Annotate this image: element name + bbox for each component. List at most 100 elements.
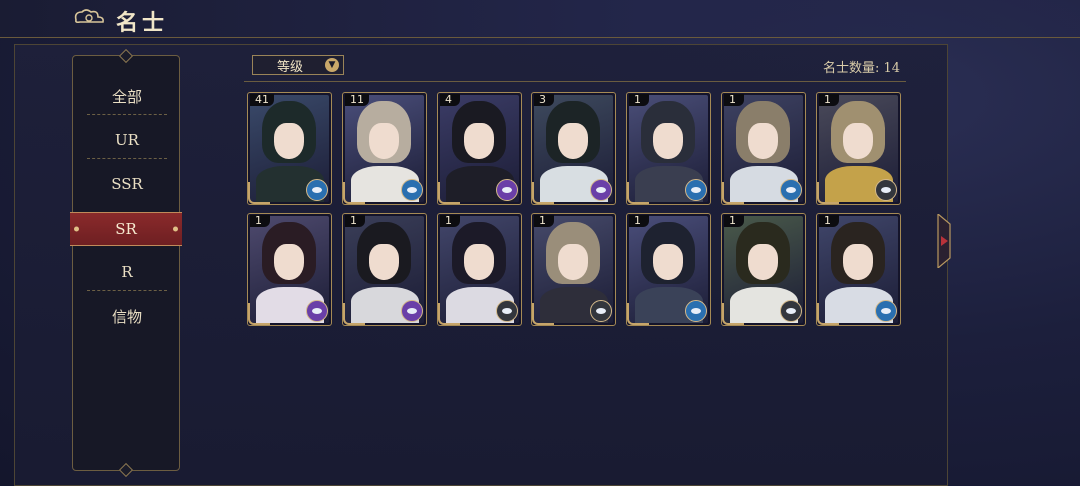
portrait-face [274, 244, 304, 280]
element-icon [780, 300, 802, 322]
portrait-face [558, 244, 588, 280]
element-icon [496, 179, 518, 201]
level-badge: 1 [629, 94, 649, 106]
character-card[interactable]: 1 [721, 213, 806, 326]
element-glyph-icon [881, 187, 891, 193]
character-card[interactable]: 1 [626, 213, 711, 326]
divider [244, 81, 906, 82]
element-glyph-icon [881, 308, 891, 314]
sidebar-item-tokens[interactable]: 信物 [87, 294, 167, 338]
element-icon [875, 300, 897, 322]
character-card[interactable]: 4 [437, 92, 522, 205]
element-glyph-icon [691, 308, 701, 314]
portrait-face [843, 244, 873, 280]
sidebar-item-label: R [121, 263, 133, 281]
card-frame-corner [438, 303, 460, 325]
element-icon [401, 300, 423, 322]
portrait-face [653, 244, 683, 280]
sidebar-item-r[interactable]: R [87, 250, 167, 294]
character-count: 名士数量: 14 [822, 61, 900, 76]
portrait-face [464, 123, 494, 159]
portrait-face [843, 123, 873, 159]
sidebar-item-label: 全部 [111, 87, 142, 106]
character-card[interactable]: 1 [247, 213, 332, 326]
sidebar-item-ssr[interactable]: SSR [87, 162, 167, 206]
element-icon [590, 179, 612, 201]
element-glyph-icon [786, 187, 796, 193]
portrait-face [369, 244, 399, 280]
card-frame-corner [248, 182, 270, 204]
portrait-face [748, 123, 778, 159]
portrait-face [748, 244, 778, 280]
character-card[interactable]: 1 [626, 92, 711, 205]
element-glyph-icon [691, 187, 701, 193]
character-card[interactable]: 41 [247, 92, 332, 205]
element-icon [496, 300, 518, 322]
character-card[interactable]: 1 [816, 92, 901, 205]
card-frame-corner [627, 303, 649, 325]
card-frame-corner [343, 182, 365, 204]
level-badge: 1 [345, 215, 365, 227]
portrait-face [464, 244, 494, 280]
card-frame-corner [817, 182, 839, 204]
sidebar-item-all[interactable]: 全部 [87, 74, 167, 118]
dot-icon [74, 226, 79, 232]
level-badge: 1 [440, 215, 460, 227]
character-card[interactable]: 3 [531, 92, 616, 205]
character-card[interactable]: 1 [437, 213, 522, 326]
card-frame-corner [722, 303, 744, 325]
sidebar-item-label: SSR [111, 175, 143, 193]
cloud-emblem-icon [74, 9, 104, 24]
portrait-face [653, 123, 683, 159]
character-card[interactable]: 1 [816, 213, 901, 326]
divider [87, 290, 167, 291]
character-card[interactable]: 1 [721, 92, 806, 205]
element-glyph-icon [596, 187, 606, 193]
portrait-face [558, 123, 588, 159]
element-icon [401, 179, 423, 201]
element-glyph-icon [786, 308, 796, 314]
level-badge: 4 [440, 94, 460, 106]
element-glyph-icon [502, 187, 512, 193]
element-icon [685, 300, 707, 322]
card-frame-corner [532, 303, 554, 325]
sidebar-item-label: 信物 [111, 307, 142, 326]
page-title: 名士 [116, 10, 169, 36]
dot-icon [173, 226, 178, 232]
level-badge: 3 [534, 94, 554, 106]
card-frame-corner [817, 303, 839, 325]
level-badge: 1 [724, 94, 744, 106]
divider [87, 114, 167, 115]
element-icon [306, 179, 328, 201]
level-badge: 41 [250, 94, 274, 106]
element-icon [590, 300, 612, 322]
card-frame-corner [438, 182, 460, 204]
element-icon [875, 179, 897, 201]
category-sidebar: 全部 UR SSR SR R 信物 [70, 55, 182, 471]
card-frame-corner [532, 182, 554, 204]
portrait-face [274, 123, 304, 159]
element-glyph-icon [596, 308, 606, 314]
sidebar-item-ur[interactable]: UR [87, 118, 167, 162]
card-frame-corner [722, 182, 744, 204]
element-icon [685, 179, 707, 201]
element-glyph-icon [312, 187, 322, 193]
sidebar-item-label: SR [115, 220, 137, 238]
element-glyph-icon [502, 308, 512, 314]
level-badge: 1 [534, 215, 554, 227]
level-badge: 1 [819, 215, 839, 227]
chevron-down-icon: ▼ [325, 58, 339, 72]
character-card[interactable]: 11 [342, 92, 427, 205]
element-glyph-icon [407, 187, 417, 193]
level-badge: 1 [724, 215, 744, 227]
level-badge: 1 [629, 215, 649, 227]
sort-filter-dropdown[interactable]: 等级 ▼ [252, 55, 344, 75]
page-right-arrow-icon[interactable] [936, 214, 954, 268]
character-card[interactable]: 1 [342, 213, 427, 326]
level-badge: 1 [250, 215, 270, 227]
portrait-face [369, 123, 399, 159]
sidebar-item-sr[interactable]: SR [70, 212, 182, 246]
character-card[interactable]: 1 [531, 213, 616, 326]
card-frame-corner [248, 303, 270, 325]
card-frame-corner [627, 182, 649, 204]
